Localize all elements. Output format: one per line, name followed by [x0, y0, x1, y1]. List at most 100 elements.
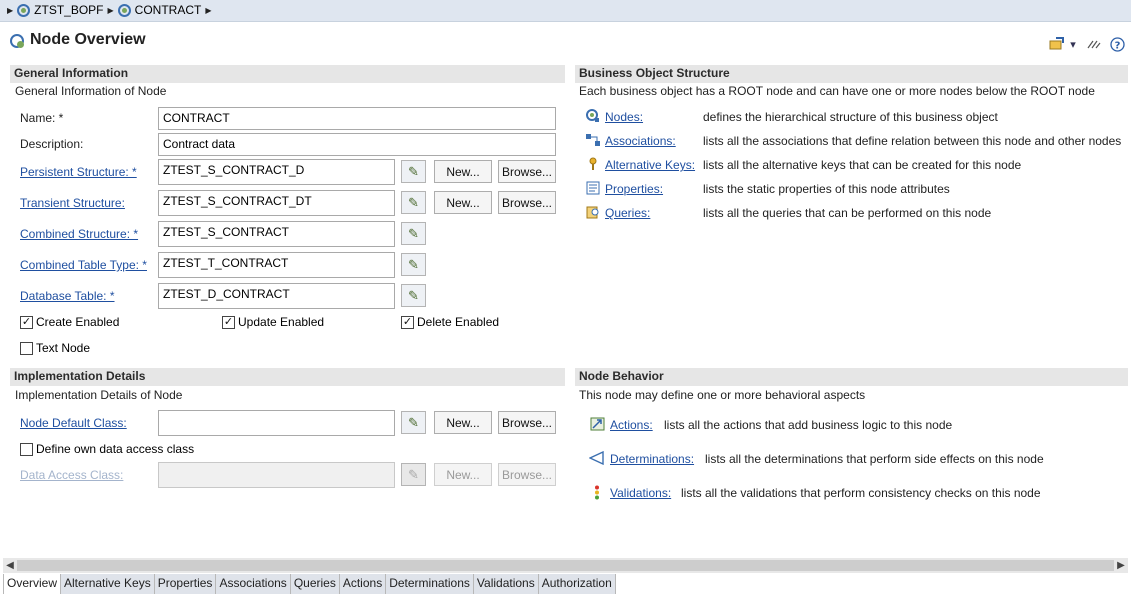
queries-description: lists all the queries that can be perfor… [703, 206, 992, 220]
new-transient-button[interactable]: New... [434, 191, 492, 214]
tab-determinations[interactable]: Determinations [386, 574, 474, 594]
update-enabled-checkbox[interactable]: ✓ Update Enabled [222, 315, 324, 329]
combined-structure-field[interactable]: ZTEST_S_CONTRACT [158, 221, 395, 247]
validations-description: lists all the validations that perform c… [681, 486, 1041, 500]
properties-link[interactable]: Properties: [605, 182, 663, 196]
implementation-details-description: Implementation Details of Node [15, 388, 183, 402]
scroll-left-icon[interactable]: ◀ [3, 558, 17, 573]
properties-description: lists the static properties of this node… [703, 182, 950, 196]
checkbox-unchecked[interactable] [20, 341, 33, 355]
breadcrumb-item-node[interactable]: CONTRACT [135, 3, 202, 17]
persistent-structure-field[interactable]: ZTEST_S_CONTRACT_D [158, 159, 395, 185]
general-info-header: General Information [10, 65, 565, 83]
wizard-icon[interactable]: ✎ [401, 253, 426, 276]
horizontal-scrollbar[interactable]: ◀ ▶ [3, 558, 1128, 573]
tab-properties[interactable]: Properties [155, 574, 217, 594]
chevron-down-icon[interactable]: ▾ [1068, 36, 1078, 52]
name-label: Name: * [20, 111, 64, 125]
validations-link[interactable]: Validations: [610, 486, 671, 500]
actions-icon [589, 417, 605, 431]
breadcrumb-arrow-icon[interactable]: ▶ [205, 6, 211, 15]
editor-tabs: Overview Alternative Keys Properties Ass… [3, 574, 616, 594]
alternative-keys-link[interactable]: Alternative Keys: [605, 158, 695, 172]
browse-transient-button[interactable]: Browse... [498, 191, 556, 214]
tab-associations[interactable]: Associations [216, 574, 291, 594]
new-access-class-button: New... [434, 463, 492, 486]
checkbox-checked[interactable]: ✓ [20, 315, 33, 329]
browse-persistent-button[interactable]: Browse... [498, 160, 556, 183]
breadcrumb-arrow-icon[interactable]: ▶ [7, 6, 13, 15]
checkbox-checked[interactable]: ✓ [401, 315, 414, 329]
data-access-class-link: Data Access Class: [20, 468, 124, 482]
breadcrumb: ▶ ZTST_BOPF ▶ CONTRACT ▶ [7, 3, 211, 17]
associations-link[interactable]: Associations: [605, 134, 676, 148]
name-field[interactable]: CONTRACT [158, 107, 556, 130]
new-default-class-button[interactable]: New... [434, 411, 492, 434]
determinations-icon [589, 451, 605, 465]
wizard-icon[interactable]: ✎ [401, 411, 426, 434]
description-label: Description: [20, 137, 84, 151]
svg-text:?: ? [1114, 40, 1120, 51]
associations-icon [585, 133, 601, 147]
tab-authorization[interactable]: Authorization [539, 574, 616, 594]
validations-icon [589, 485, 605, 499]
nodes-link[interactable]: Nodes: [605, 110, 643, 124]
own-data-access-label: Define own data access class [36, 442, 195, 456]
node-icon [10, 34, 24, 48]
properties-icon [585, 181, 601, 195]
own-data-access-checkbox[interactable]: Define own data access class [20, 442, 194, 456]
scrollbar-thumb[interactable] [17, 560, 1114, 571]
create-enabled-checkbox[interactable]: ✓ Create Enabled [20, 315, 119, 329]
wizard-icon[interactable]: ✎ [401, 284, 426, 307]
transient-structure-link[interactable]: Transient Structure: [20, 196, 125, 210]
alternative-keys-description: lists all the alternative keys that can … [703, 158, 1022, 172]
node-icon [117, 3, 131, 17]
queries-link[interactable]: Queries: [605, 206, 650, 220]
determinations-description: lists all the determinations that perfor… [705, 452, 1044, 466]
wizard-icon[interactable]: ✎ [401, 191, 426, 214]
node-behavior-description: This node may define one or more behavio… [579, 388, 866, 402]
persistent-structure-link[interactable]: Persistent Structure: * [20, 165, 137, 179]
data-access-class-field [158, 462, 395, 488]
tab-alternative-keys[interactable]: Alternative Keys [61, 574, 155, 594]
delete-enabled-checkbox[interactable]: ✓ Delete Enabled [401, 315, 499, 329]
wizard-icon: ✎ [401, 463, 426, 486]
breadcrumb-item-bo[interactable]: ZTST_BOPF [34, 3, 103, 17]
delete-enabled-label: Delete Enabled [417, 315, 500, 329]
associations-description: lists all the associations that define r… [703, 134, 1122, 148]
description-field[interactable]: Contract data [158, 133, 556, 156]
actions-description: lists all the actions that add business … [664, 418, 953, 432]
browse-default-class-button[interactable]: Browse... [498, 411, 556, 434]
transient-structure-field[interactable]: ZTEST_S_CONTRACT_DT [158, 190, 395, 216]
wizard-icon[interactable]: ✎ [401, 160, 426, 183]
breadcrumb-arrow-icon[interactable]: ▶ [108, 6, 114, 15]
help-icon[interactable]: ? [1109, 36, 1125, 52]
combined-table-type-link[interactable]: Combined Table Type: * [20, 258, 147, 272]
nodes-icon [585, 109, 601, 123]
wizard-icon[interactable]: ✎ [401, 222, 426, 245]
bo-structure-description: Each business object has a ROOT node and… [579, 84, 1095, 98]
combined-table-type-field[interactable]: ZTEST_T_CONTRACT [158, 252, 395, 278]
export-icon[interactable] [1048, 36, 1066, 52]
database-table-link[interactable]: Database Table: * [20, 289, 115, 303]
tab-overview[interactable]: Overview [3, 574, 62, 594]
link-icon[interactable] [1087, 36, 1101, 52]
actions-link[interactable]: Actions: [610, 418, 653, 432]
implementation-details-header: Implementation Details [10, 368, 565, 386]
checkbox-checked[interactable]: ✓ [222, 315, 235, 329]
new-persistent-button[interactable]: New... [434, 160, 492, 183]
tab-validations[interactable]: Validations [474, 574, 539, 594]
combined-structure-link[interactable]: Combined Structure: * [20, 227, 138, 241]
node-default-class-link[interactable]: Node Default Class: [20, 416, 127, 430]
checkbox-unchecked[interactable] [20, 442, 33, 456]
tab-actions[interactable]: Actions [340, 574, 387, 594]
queries-icon [585, 205, 601, 219]
database-table-field[interactable]: ZTEST_D_CONTRACT [158, 283, 395, 309]
scroll-right-icon[interactable]: ▶ [1114, 558, 1128, 573]
node-default-class-field[interactable] [158, 410, 395, 436]
text-node-checkbox[interactable]: Text Node [20, 341, 90, 355]
tab-queries[interactable]: Queries [291, 574, 340, 594]
bo-structure-header: Business Object Structure [575, 65, 1128, 83]
determinations-link[interactable]: Determinations: [610, 452, 694, 466]
node-behavior-header: Node Behavior [575, 368, 1128, 386]
